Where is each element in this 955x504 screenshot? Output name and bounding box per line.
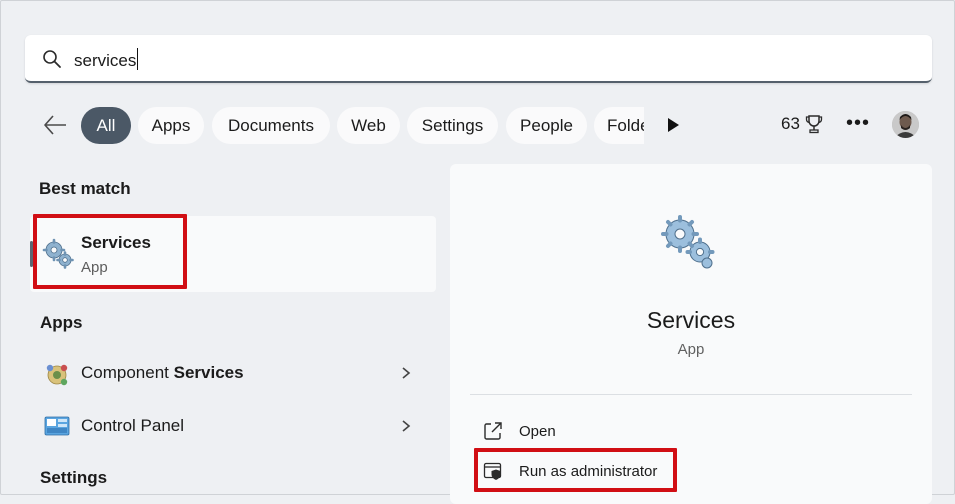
app-result-component-services[interactable]: Component Services [30,349,436,397]
open-external-icon [484,422,502,440]
chevron-right-icon[interactable] [400,366,412,380]
filter-chip-settings[interactable]: Settings [407,107,498,144]
rewards-points[interactable]: 63 [781,114,823,134]
component-services-icon [46,364,68,386]
highlight-box-run-as-administrator [474,448,677,492]
back-arrow-icon[interactable] [40,110,70,140]
points-count: 63 [781,114,800,133]
open-action[interactable]: Open [480,417,780,447]
preview-divider [470,394,912,395]
apps-heading: Apps [40,313,83,332]
filter-chip-web[interactable]: Web [337,107,400,144]
avatar-image [892,111,919,138]
search-input[interactable]: services [74,48,139,71]
search-icon [43,50,61,68]
play-right-icon[interactable] [666,117,680,133]
filter-chip-folders[interactable]: Folde [594,107,644,144]
text-caret [137,48,139,70]
control-panel-icon [44,416,70,436]
trophy-icon [805,115,823,134]
filter-chip-all[interactable]: All [81,107,131,144]
open-action-label: Open [519,423,556,440]
preview-subtitle: App [677,341,705,358]
filter-chip-people[interactable]: People [506,107,587,144]
app-result-label: Component Services [81,363,244,382]
preview-title: Services [646,307,736,333]
highlight-box-best-match [33,214,187,289]
filter-chip-documents[interactable]: Documents [212,107,330,144]
app-result-control-panel[interactable]: Control Panel [30,402,436,450]
filter-chip-apps[interactable]: Apps [138,107,204,144]
best-match-heading: Best match [39,179,131,198]
avatar[interactable] [892,111,919,138]
more-options-button[interactable]: ••• [845,112,871,138]
services-gears-icon [661,215,715,269]
app-result-label: Control Panel [81,416,185,435]
settings-heading: Settings [40,468,108,487]
search-box[interactable]: services [25,35,932,83]
chevron-right-icon[interactable] [400,419,412,433]
